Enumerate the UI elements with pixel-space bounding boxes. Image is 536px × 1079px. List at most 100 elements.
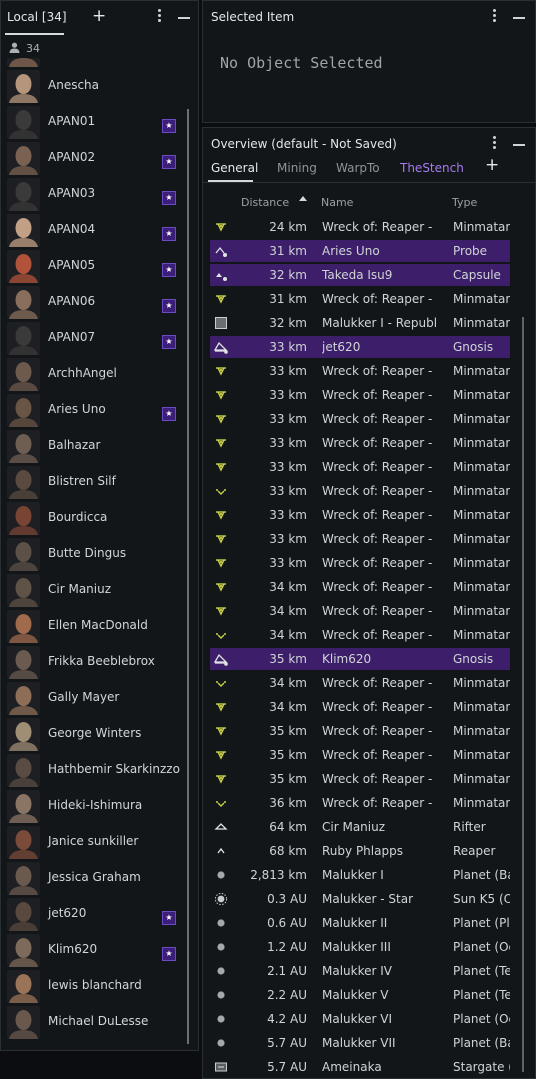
column-distance[interactable]: Distance xyxy=(241,196,289,209)
pilot-name[interactable]: Balhazar xyxy=(48,438,100,452)
overview-row[interactable]: 1.2 AU Malukker III Planet (Oc xyxy=(210,936,510,958)
column-type[interactable]: Type xyxy=(452,196,477,209)
pilot-portrait[interactable] xyxy=(7,502,40,535)
local-scrollbar[interactable] xyxy=(187,109,189,1044)
pilot-portrait[interactable] xyxy=(7,142,40,175)
pilot-portrait[interactable] xyxy=(7,898,40,931)
pilot-name[interactable]: Cir Maniuz xyxy=(48,582,111,596)
overview-row[interactable]: 0.6 AU Malukker II Planet (Pla xyxy=(210,912,510,934)
pilot-portrait[interactable] xyxy=(7,790,40,823)
pilot-row[interactable]: Butte Dingus xyxy=(1,536,181,572)
pilot-portrait[interactable] xyxy=(7,682,40,715)
overview-row[interactable]: 34 km Wreck of: Reaper - Minmatar F xyxy=(210,672,510,694)
pilot-row[interactable]: Klim620 ★ xyxy=(1,932,181,968)
pilot-name[interactable]: Ellen MacDonald xyxy=(48,618,148,632)
overview-row[interactable]: 2.1 AU Malukker IV Planet (Ter xyxy=(210,960,510,982)
pilot-name[interactable]: APAN07 xyxy=(48,330,95,344)
overview-row[interactable]: 34 km Wreck of: Reaper - Minmatar F xyxy=(210,624,510,646)
overview-row[interactable]: 31 km Wreck of: Reaper - Minmatar F xyxy=(210,288,510,310)
overview-row[interactable]: 64 km Cir Maniuz Rifter xyxy=(210,816,510,838)
overview-row[interactable]: 4.2 AU Malukker VI Planet (Oc xyxy=(210,1008,510,1030)
overview-row[interactable]: 32 km Takeda Isu9 Capsule xyxy=(210,264,510,286)
local-tab-title[interactable]: Local [34] xyxy=(7,10,67,24)
overview-row[interactable]: 68 km Ruby Phlapps Reaper xyxy=(210,840,510,862)
pilot-name[interactable]: Hideki-Ishimura xyxy=(48,798,142,812)
pilot-name[interactable]: APAN06 xyxy=(48,294,95,308)
overview-row[interactable]: 35 km Klim620 Gnosis xyxy=(210,648,510,670)
pilot-name[interactable]: Hathbemir Skarkinzzo xyxy=(48,762,180,776)
pilot-portrait[interactable] xyxy=(7,862,40,895)
overview-row[interactable]: 32 km Malukker I - Republ Minmatar F xyxy=(210,312,510,334)
tab-general[interactable]: General xyxy=(211,161,258,175)
pilot-row[interactable]: Blistren Silf xyxy=(1,464,181,500)
overview-row[interactable]: 5.7 AU Malukker VII Planet (Ba xyxy=(210,1032,510,1054)
pilot-row[interactable]: jet620 ★ xyxy=(1,896,181,932)
overview-row[interactable]: 33 km Wreck of: Reaper - Minmatar F xyxy=(210,360,510,382)
pilot-portrait[interactable] xyxy=(7,610,40,643)
kebab-menu-icon[interactable] xyxy=(493,9,496,24)
pilot-row[interactable]: APAN04 ★ xyxy=(1,212,181,248)
add-tab-icon[interactable]: + xyxy=(485,157,499,174)
overview-row[interactable]: 33 km Wreck of: Reaper - Minmatar F xyxy=(210,480,510,502)
pilot-portrait[interactable] xyxy=(7,826,40,859)
pilot-portrait[interactable] xyxy=(7,718,40,751)
pilot-name[interactable]: APAN02 xyxy=(48,150,95,164)
minimize-icon[interactable] xyxy=(178,17,190,19)
pilot-row[interactable]: APAN06 ★ xyxy=(1,284,181,320)
overview-row[interactable]: 33 km Wreck of: Reaper - Minmatar F xyxy=(210,408,510,430)
pilot-name[interactable]: lewis blanchard xyxy=(48,978,142,992)
add-channel-icon[interactable]: + xyxy=(92,8,106,25)
overview-scrollbar[interactable] xyxy=(522,317,524,1072)
pilot-name[interactable]: APAN01 xyxy=(48,114,95,128)
pilot-row[interactable]: Balhazar xyxy=(1,428,181,464)
overview-row[interactable]: 33 km Wreck of: Reaper - Minmatar F xyxy=(210,432,510,454)
pilot-row[interactable]: Gally Mayer xyxy=(1,680,181,716)
pilot-portrait[interactable] xyxy=(7,1006,40,1039)
tab-mining[interactable]: Mining xyxy=(277,161,317,175)
pilot-portrait[interactable] xyxy=(7,538,40,571)
pilot-row[interactable]: Aries Uno ★ xyxy=(1,392,181,428)
column-name[interactable]: Name xyxy=(321,196,353,209)
pilot-row[interactable]: Hathbemir Skarkinzzo xyxy=(1,752,181,788)
tab-thestench[interactable]: TheStench xyxy=(400,161,464,175)
pilot-name[interactable]: Anescha xyxy=(48,78,99,92)
overview-row[interactable]: 2.2 AU Malukker V Planet (Ter xyxy=(210,984,510,1006)
pilot-name[interactable]: Gally Mayer xyxy=(48,690,119,704)
pilot-portrait[interactable] xyxy=(7,358,40,391)
pilot-portrait[interactable] xyxy=(7,250,40,283)
pilot-portrait[interactable] xyxy=(7,970,40,1003)
pilot-name[interactable]: Jessica Graham xyxy=(48,870,141,884)
pilot-name[interactable]: Frikka Beeblebrox xyxy=(48,654,155,668)
overview-row[interactable]: 33 km Wreck of: Reaper - Minmatar F xyxy=(210,552,510,574)
overview-row[interactable]: 36 km Wreck of: Reaper - Minmatar F xyxy=(210,792,510,814)
overview-row[interactable]: 0.3 AU Malukker - Star Sun K5 (O xyxy=(210,888,510,910)
pilot-portrait[interactable] xyxy=(7,106,40,139)
minimize-icon[interactable] xyxy=(513,17,525,19)
pilot-portrait[interactable] xyxy=(7,574,40,607)
pilot-row[interactable]: APAN07 ★ xyxy=(1,320,181,356)
pilot-name[interactable]: APAN04 xyxy=(48,222,95,236)
overview-row[interactable]: 35 km Wreck of: Reaper - Minmatar F xyxy=(210,720,510,742)
pilot-row[interactable]: Bourdicca xyxy=(1,500,181,536)
pilot-portrait[interactable] xyxy=(7,322,40,355)
pilot-portrait[interactable] xyxy=(7,70,40,103)
tab-warpto[interactable]: WarpTo xyxy=(336,161,380,175)
pilot-name[interactable]: ArchhAngel xyxy=(48,366,117,380)
pilot-name[interactable]: Janice sunkiller xyxy=(48,834,138,848)
pilot-row[interactable]: Michael DuLesse xyxy=(1,1004,181,1040)
pilot-name[interactable]: Michael DuLesse xyxy=(48,1014,148,1028)
pilot-row[interactable]: Ellen MacDonald xyxy=(1,608,181,644)
pilot-portrait[interactable] xyxy=(7,286,40,319)
pilot-name[interactable]: APAN03 xyxy=(48,186,95,200)
pilot-row[interactable]: Janice sunkiller xyxy=(1,824,181,860)
pilot-portrait[interactable] xyxy=(7,58,40,67)
pilot-portrait[interactable] xyxy=(7,178,40,211)
pilot-row[interactable]: George Winters xyxy=(1,716,181,752)
pilot-name[interactable]: Butte Dingus xyxy=(48,546,126,560)
kebab-menu-icon[interactable] xyxy=(493,136,496,151)
pilot-row[interactable]: APAN03 ★ xyxy=(1,176,181,212)
pilot-row[interactable]: lewis blanchard xyxy=(1,968,181,1004)
overview-row[interactable]: 5.7 AU Ameinaka Stargate ( xyxy=(210,1056,510,1078)
overview-row[interactable]: 31 km Aries Uno Probe xyxy=(210,240,510,262)
minimize-icon[interactable] xyxy=(513,144,525,146)
